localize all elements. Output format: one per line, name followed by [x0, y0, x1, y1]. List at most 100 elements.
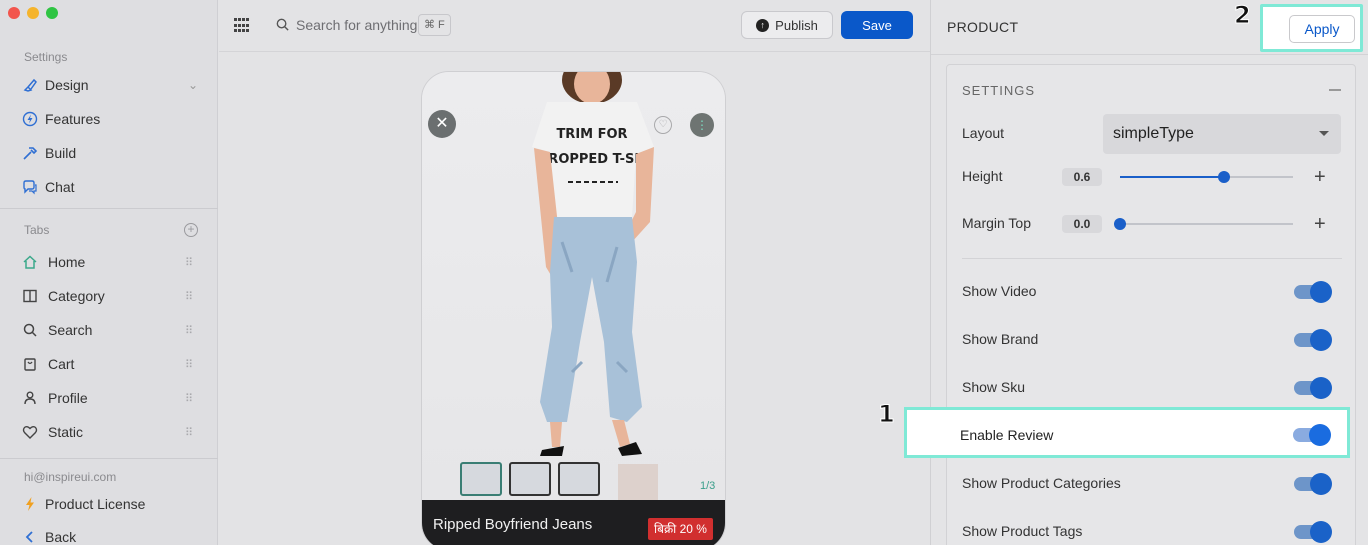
- sidebar-item-features[interactable]: Features: [22, 107, 202, 131]
- sidebar-item-label: Cart: [48, 356, 75, 372]
- chat-icon: [22, 179, 38, 195]
- chevron-down-icon: ⌄: [187, 78, 198, 92]
- account-email: hi@inspireui.com: [24, 470, 117, 484]
- sidebar-item-label: Features: [45, 111, 101, 127]
- height-increment-button[interactable]: +: [1314, 167, 1326, 187]
- save-button[interactable]: Save: [841, 11, 913, 39]
- back-button[interactable]: Back: [22, 525, 202, 545]
- toggle-label-show-categories: Show Product Categories: [962, 475, 1121, 491]
- drag-handle-icon[interactable]: ⠿: [185, 358, 193, 371]
- book-icon: [22, 288, 38, 304]
- layout-select-value: simpleType: [1113, 125, 1194, 142]
- drag-handle-icon[interactable]: ⠿: [185, 256, 193, 269]
- brush-icon: [22, 77, 38, 93]
- heart-icon: [22, 424, 38, 440]
- sidebar-item-static[interactable]: Static ⠿: [22, 420, 202, 444]
- slider-handle[interactable]: [1114, 218, 1126, 230]
- publish-label: Publish: [775, 17, 818, 33]
- divider: [962, 258, 1342, 259]
- person-icon: [22, 390, 38, 406]
- show-video-toggle[interactable]: [1294, 281, 1332, 303]
- settings-card: SETTINGS Layout simpleType Height 0.6 + …: [946, 64, 1356, 545]
- slider-handle[interactable]: [1217, 171, 1230, 183]
- model-photo: TRIM FOR CROPPED T-SH: [532, 72, 658, 500]
- sidebar-item-search[interactable]: Search ⠿: [22, 318, 202, 342]
- toolbar: Search for anything ⌘ F ↑ Publish Save: [219, 0, 930, 52]
- close-preview-button[interactable]: ✕: [428, 110, 456, 138]
- toggle-label-show-sku: Show Sku: [962, 379, 1026, 395]
- image-thumbnail[interactable]: [558, 462, 600, 496]
- show-categories-toggle[interactable]: [1294, 473, 1332, 495]
- settings-section-label: Settings: [24, 50, 68, 64]
- drag-handle-icon[interactable]: ⠿: [185, 290, 193, 303]
- image-thumbnail[interactable]: [460, 462, 502, 496]
- sidebar-item-label: Search: [48, 322, 93, 338]
- layout-label: Layout: [962, 125, 1005, 141]
- height-label: Height: [962, 168, 1003, 184]
- more-options-icon[interactable]: ⋮: [690, 113, 714, 137]
- margin-top-increment-button[interactable]: +: [1314, 214, 1326, 234]
- toggle-label-enable-review: Enable Review: [960, 427, 1054, 443]
- sidebar-item-home[interactable]: Home ⠿: [22, 250, 202, 274]
- minimize-window-button[interactable]: [27, 7, 39, 19]
- preview-canvas: TRIM FOR CROPPED T-SH ✕ ♡ ⋮ 1/3 Ripped B…: [219, 53, 930, 545]
- slider-fill: [1120, 176, 1224, 178]
- publish-button[interactable]: ↑ Publish: [741, 11, 833, 39]
- sidebar-item-label: Product License: [45, 496, 146, 512]
- toggle-label-show-tags: Show Product Tags: [962, 523, 1083, 539]
- image-thumbnail[interactable]: [509, 462, 551, 496]
- settings-section-title: SETTINGS: [962, 83, 1036, 98]
- drag-handle-icon[interactable]: ⠿: [185, 392, 193, 405]
- sidebar-item-product-license[interactable]: Product License: [22, 492, 202, 516]
- back-label: Back: [45, 529, 77, 545]
- window-controls: [8, 7, 58, 19]
- toggle-label-show-video: Show Video: [962, 283, 1037, 299]
- search-icon: [275, 17, 290, 37]
- apps-grid-icon[interactable]: [234, 18, 250, 34]
- sidebar-item-label: Build: [45, 145, 77, 161]
- sidebar-item-chat[interactable]: Chat: [22, 175, 202, 199]
- sidebar-item-design[interactable]: Design ⌄: [22, 73, 202, 97]
- sidebar-item-category[interactable]: Category ⠿: [22, 284, 202, 308]
- wishlist-heart-icon[interactable]: ♡: [654, 116, 672, 134]
- height-slider[interactable]: [1120, 171, 1293, 183]
- sidebar-item-label: Profile: [48, 390, 88, 406]
- tabs-section-label: Tabs: [24, 223, 50, 237]
- sidebar-item-profile[interactable]: Profile ⠿: [22, 386, 202, 410]
- height-value: 0.6: [1062, 168, 1102, 186]
- show-sku-toggle[interactable]: [1294, 377, 1332, 399]
- sidebar-item-build[interactable]: Build: [22, 141, 202, 165]
- collapse-icon[interactable]: [1329, 89, 1341, 91]
- add-tab-icon[interactable]: +: [184, 223, 198, 237]
- properties-panel: PRODUCT 2 Apply SETTINGS Layout simpleTy…: [930, 0, 1368, 545]
- product-name: Ripped Boyfriend Jeans: [433, 516, 593, 533]
- product-image[interactable]: TRIM FOR CROPPED T-SH ✕ ♡ ⋮ 1/3: [422, 72, 725, 502]
- cart-icon: [22, 356, 38, 372]
- show-tags-toggle[interactable]: [1294, 521, 1332, 543]
- home-icon: [22, 254, 38, 270]
- sidebar-item-label: Static: [48, 424, 84, 440]
- enable-review-toggle[interactable]: [1293, 424, 1331, 446]
- show-brand-toggle[interactable]: [1294, 329, 1332, 351]
- sale-badge: बिक्री 20 %: [648, 518, 713, 540]
- sidebar-item-label: Chat: [45, 179, 75, 195]
- margin-top-value: 0.0: [1062, 215, 1102, 233]
- lightning-icon: [22, 111, 38, 127]
- close-window-button[interactable]: [8, 7, 20, 19]
- phone-preview: TRIM FOR CROPPED T-SH ✕ ♡ ⋮ 1/3 Ripped B…: [421, 71, 726, 545]
- apply-button[interactable]: Apply: [1289, 15, 1355, 43]
- sidebar-item-cart[interactable]: Cart ⠿: [22, 352, 202, 376]
- layout-select[interactable]: simpleType: [1103, 114, 1341, 154]
- margin-top-slider[interactable]: [1114, 218, 1293, 230]
- drag-handle-icon[interactable]: ⠿: [185, 324, 193, 337]
- shirt-print-line2: CROPPED T-SH: [539, 152, 645, 167]
- step-marker-2: 2: [1234, 1, 1252, 30]
- panel-header: PRODUCT 2 Apply: [931, 0, 1368, 55]
- lightning-icon: [22, 496, 38, 512]
- upload-icon: ↑: [756, 18, 770, 32]
- search-input[interactable]: Search for anything: [296, 17, 417, 33]
- maximize-window-button[interactable]: [46, 7, 58, 19]
- panel-title: PRODUCT: [947, 19, 1019, 35]
- shirt-print-line1: TRIM FOR: [556, 127, 627, 142]
- drag-handle-icon[interactable]: ⠿: [185, 426, 193, 439]
